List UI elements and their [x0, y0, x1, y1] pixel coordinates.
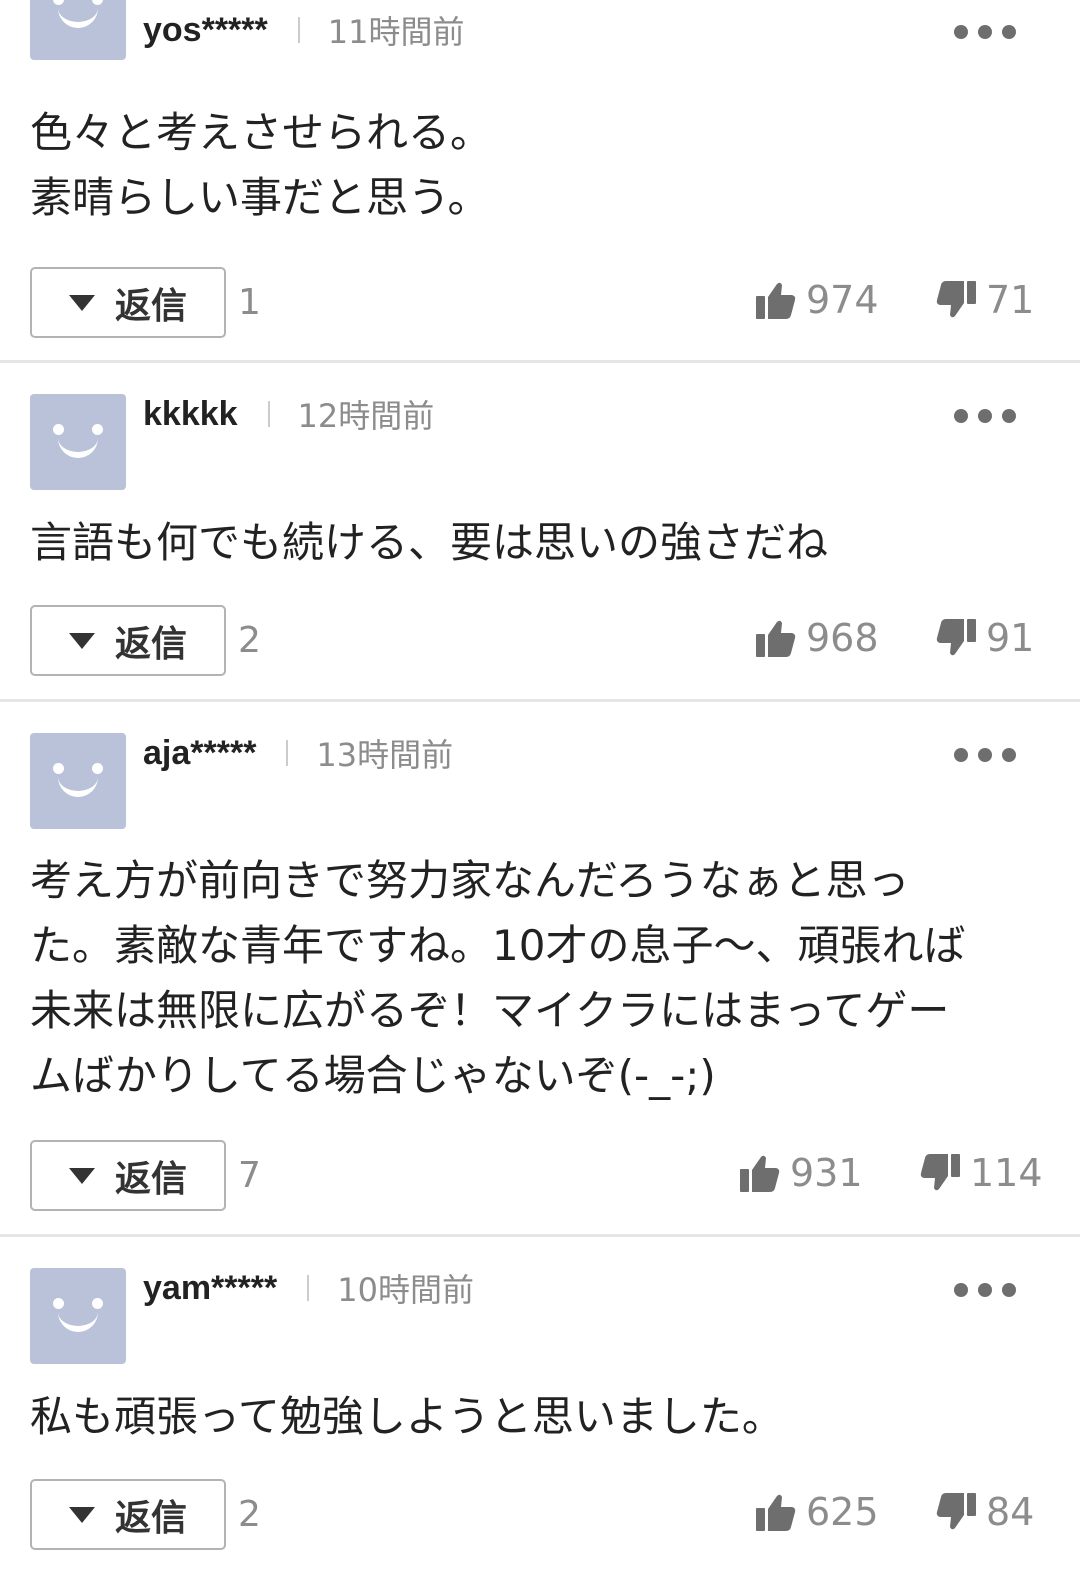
dislike-button[interactable]: 84 — [936, 1490, 1034, 1534]
avatar-eye — [92, 0, 103, 5]
username[interactable]: kkkkk — [143, 395, 238, 434]
avatar-eye — [53, 763, 64, 774]
dislike-button[interactable]: 114 — [920, 1151, 1043, 1195]
dislike-count: 114 — [970, 1151, 1043, 1195]
timestamp: 12時間前 — [297, 397, 435, 435]
like-count: 974 — [806, 278, 879, 322]
avatar-smile — [58, 8, 98, 28]
dislike-count: 71 — [986, 278, 1035, 322]
reply-button[interactable]: 返信 — [30, 1479, 226, 1550]
dislike-count: 91 — [986, 616, 1035, 660]
comment-text: 考え方が前向きで努力家なんだろうなぁと思っ た。素敵な青年ですね。10才の息子〜… — [30, 856, 966, 1100]
avatar-eye — [92, 763, 103, 774]
comment-meta: aja***** 13時間前 — [143, 728, 453, 778]
avatar-eye — [92, 424, 103, 435]
more-dots-icon[interactable] — [952, 743, 1018, 767]
meta-separator — [267, 401, 270, 427]
avatar-eye — [53, 1298, 64, 1309]
like-button[interactable]: 968 — [756, 616, 879, 660]
reply-count: 1 — [238, 282, 261, 323]
thumbs-up-icon — [756, 1493, 806, 1531]
comment-meta: yos***** 11時間前 — [143, 5, 464, 55]
reply-button-label: 返信 — [114, 1497, 187, 1539]
reply-button[interactable]: 返信 — [30, 605, 226, 676]
username[interactable]: aja***** — [143, 734, 256, 773]
avatar[interactable] — [30, 733, 126, 829]
meta-separator — [297, 17, 300, 43]
username[interactable]: yam***** — [143, 1269, 277, 1308]
comment-meta: yam***** 10時間前 — [143, 1263, 474, 1313]
avatar[interactable] — [30, 0, 126, 60]
timestamp: 10時間前 — [337, 1271, 474, 1309]
avatar-eye — [53, 424, 64, 435]
like-button[interactable]: 974 — [756, 278, 879, 322]
like-count: 625 — [806, 1490, 879, 1534]
avatar-smile — [58, 438, 98, 458]
comment-text: 言語も何でも続ける、要は思いの強さだね — [30, 518, 829, 567]
avatar[interactable] — [30, 1268, 126, 1364]
comment-list: yos***** 11時間前色々と考えさせられる。 素晴らしい事だと思う。返信 1 9… — [0, 0, 1080, 1582]
reply-count: 2 — [238, 620, 261, 661]
like-count: 968 — [806, 616, 879, 660]
dislike-count: 84 — [986, 1490, 1035, 1534]
dislike-button[interactable]: 91 — [936, 616, 1034, 660]
meta-separator — [307, 1275, 310, 1301]
reply-button-label: 返信 — [114, 623, 187, 665]
reply-button-label: 返信 — [114, 285, 187, 327]
username[interactable]: yos***** — [143, 11, 268, 50]
avatar-smile — [58, 1312, 98, 1332]
like-button[interactable]: 625 — [756, 1490, 879, 1534]
thumbs-up-icon — [756, 619, 806, 657]
reply-count: 7 — [238, 1155, 261, 1196]
comment-divider — [0, 699, 1080, 702]
thumbs-down-icon — [936, 281, 986, 319]
reply-count: 2 — [238, 1494, 261, 1535]
thumbs-up-icon — [756, 281, 806, 319]
timestamp: 13時間前 — [316, 736, 454, 774]
more-dots-icon[interactable] — [952, 1278, 1018, 1302]
thumbs-up-icon — [740, 1154, 790, 1192]
reply-button[interactable]: 返信 — [30, 1140, 226, 1211]
thumbs-down-icon — [936, 1493, 986, 1531]
more-dots-icon[interactable] — [952, 404, 1018, 428]
avatar[interactable] — [30, 394, 126, 490]
more-dots-icon[interactable] — [952, 20, 1018, 44]
thumbs-down-icon — [920, 1154, 970, 1192]
comment-text: 色々と考えさせられる。 素晴らしい事だと思う。 — [30, 108, 493, 222]
comment-divider — [0, 360, 1080, 363]
like-count: 931 — [790, 1151, 863, 1195]
dislike-button[interactable]: 71 — [936, 278, 1034, 322]
comment-text: 私も頑張って勉強しようと思いました。 — [30, 1392, 784, 1441]
triangle-down-icon — [68, 294, 95, 311]
thumbs-down-icon — [936, 619, 986, 657]
triangle-down-icon — [68, 1506, 95, 1523]
reply-button[interactable]: 返信 — [30, 267, 226, 338]
timestamp: 11時間前 — [327, 13, 465, 51]
avatar-smile — [58, 777, 98, 797]
reply-button-label: 返信 — [114, 1158, 187, 1200]
comment-meta: kkkkk 12時間前 — [143, 389, 434, 439]
meta-separator — [286, 740, 289, 766]
avatar-eye — [53, 0, 64, 5]
triangle-down-icon — [68, 632, 95, 649]
triangle-down-icon — [68, 1167, 95, 1184]
avatar-eye — [92, 1298, 103, 1309]
like-button[interactable]: 931 — [740, 1151, 863, 1195]
comment-divider — [0, 1234, 1080, 1237]
